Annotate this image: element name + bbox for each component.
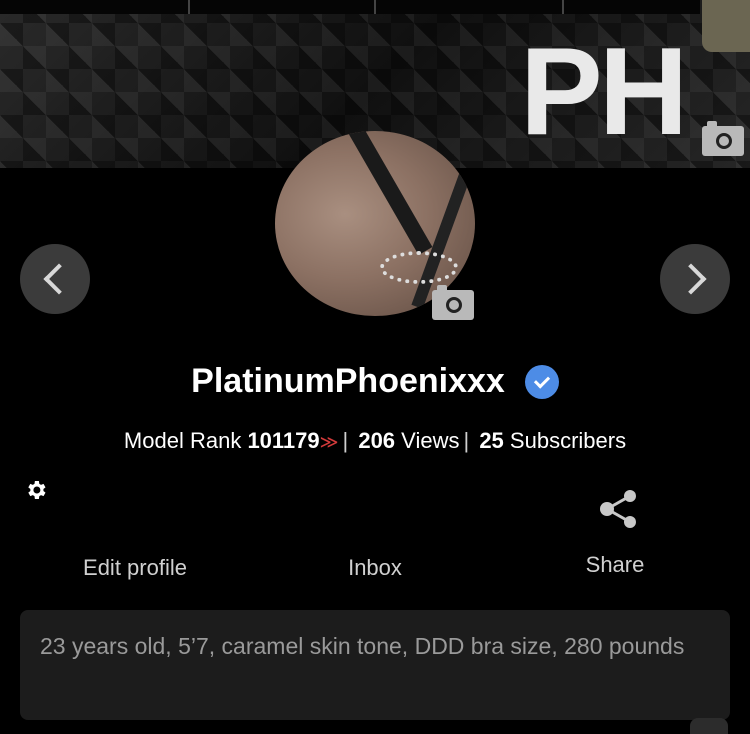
next-button[interactable] bbox=[660, 244, 730, 314]
inbox-button[interactable]: Inbox bbox=[320, 555, 430, 581]
subscribers-value: 25 bbox=[479, 428, 504, 453]
verified-check-icon bbox=[524, 364, 559, 399]
rank-label: Model Rank bbox=[123, 428, 242, 453]
rank-down-icon: ≫ bbox=[319, 432, 339, 452]
rank-value: 101179 bbox=[247, 428, 320, 453]
views-label: Views bbox=[401, 428, 460, 453]
banner-divider bbox=[188, 0, 190, 14]
subscribers-label: Subscribers bbox=[509, 428, 627, 453]
ph-logo: PH bbox=[520, 23, 688, 161]
share-icon[interactable] bbox=[598, 488, 640, 530]
gear-icon[interactable] bbox=[24, 478, 48, 502]
previous-button[interactable] bbox=[20, 244, 90, 314]
avatar-detail bbox=[343, 131, 433, 255]
stats-separator: | bbox=[342, 428, 349, 453]
profile-stats: Model Rank 101179≫ | 206 Views | 25 Subscr… bbox=[0, 428, 750, 454]
chevron-right-icon bbox=[675, 263, 707, 295]
banner-corner-tab[interactable] bbox=[702, 0, 750, 52]
avatar-camera-icon[interactable] bbox=[432, 285, 474, 320]
banner-divider bbox=[562, 0, 564, 14]
username: PlatinumPhoenixxx bbox=[191, 362, 505, 400]
edit-profile-button[interactable]: Edit profile bbox=[60, 555, 210, 581]
views-value: 206 bbox=[358, 428, 396, 453]
floating-button-stub[interactable] bbox=[690, 718, 728, 734]
banner-camera-icon[interactable] bbox=[702, 121, 744, 156]
stats-separator: | bbox=[463, 428, 470, 453]
bio-text: 23 years old, 5’7, caramel skin tone, DD… bbox=[40, 633, 685, 659]
username-row: PlatinumPhoenixxx bbox=[0, 362, 750, 401]
bio-box: 23 years old, 5’7, caramel skin tone, DD… bbox=[20, 610, 730, 720]
avatar-detail bbox=[380, 251, 458, 284]
chevron-left-icon bbox=[43, 263, 75, 295]
share-button[interactable]: Share bbox=[560, 552, 670, 578]
banner-top-strip bbox=[0, 0, 700, 14]
banner-divider bbox=[374, 0, 376, 14]
